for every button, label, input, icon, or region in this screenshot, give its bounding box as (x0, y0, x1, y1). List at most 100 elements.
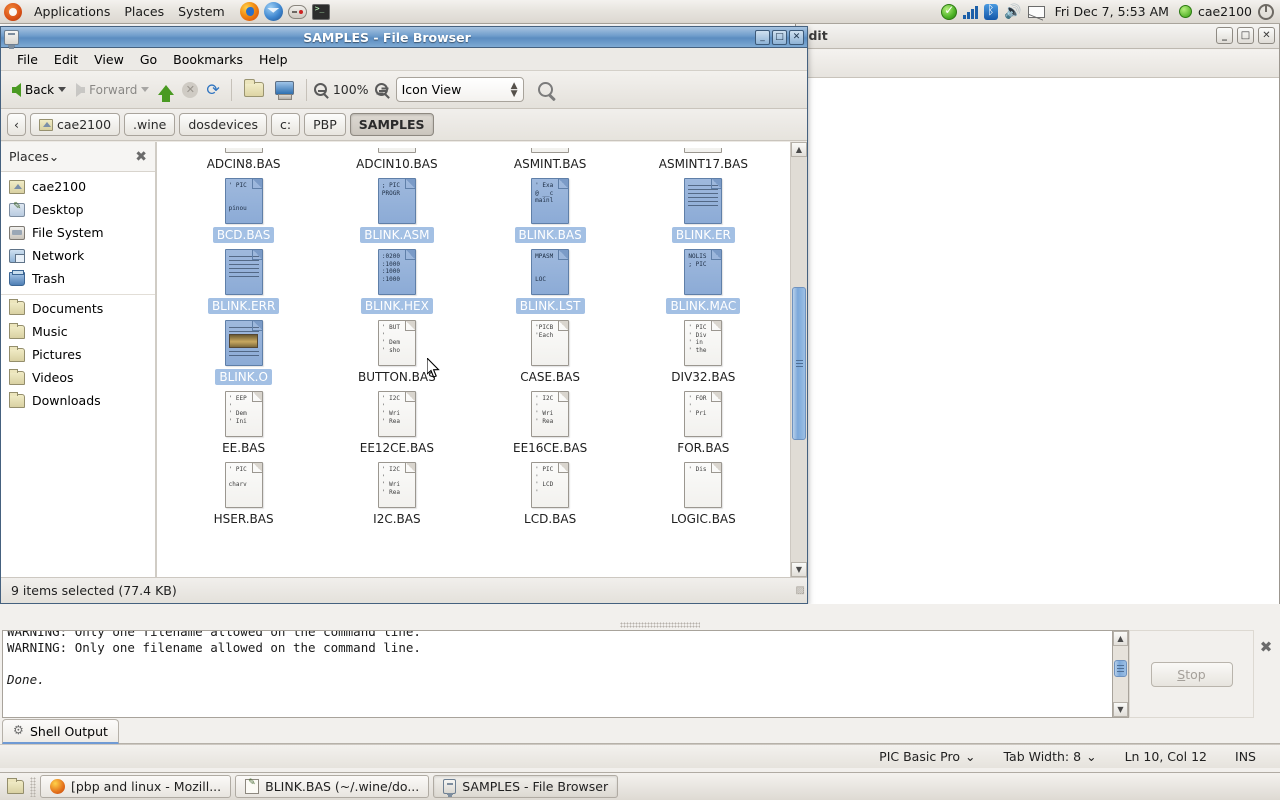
maximize-button[interactable]: □ (772, 29, 787, 45)
shell-scroll-up-button[interactable]: ▲ (1113, 631, 1128, 646)
file-item[interactable]: ' I2C ' ' Wri ' Rea EE16CE.BAS (474, 385, 627, 456)
bg-maximize-button[interactable]: □ (1237, 27, 1254, 44)
bg-minimize-button[interactable]: _ (1216, 27, 1233, 44)
forward-dropdown-icon[interactable] (141, 87, 150, 92)
file-item[interactable]: ' PIC ' ' LCD ' LCD.BAS (474, 456, 627, 527)
mail-icon[interactable] (1027, 5, 1045, 18)
sidebar-item-downloads[interactable]: Downloads (1, 389, 155, 412)
file-item[interactable]: ADCIN10.BAS (320, 142, 473, 172)
splitter-grip[interactable] (620, 622, 700, 628)
sidebar-item-cae2100[interactable]: cae2100 (1, 175, 155, 198)
file-item[interactable]: ' EEP ' ' Dem ' Ini EE.BAS (167, 385, 320, 456)
panel-username[interactable]: cae2100 (1198, 4, 1252, 19)
reload-icon[interactable]: ⟳ (206, 81, 219, 98)
file-list-scrollbar[interactable]: ▲ ▼ (790, 142, 807, 577)
menu-go[interactable]: Go (132, 50, 165, 69)
network-signal-icon[interactable] (963, 5, 979, 19)
sidebar-item-videos[interactable]: Videos (1, 366, 155, 389)
file-item[interactable]: ' BUT ' ' Dem ' sho BUTTON.BAS (320, 314, 473, 385)
file-item[interactable]: ' PIC pinou BCD.BAS (167, 172, 320, 243)
breadcrumb-back-chevron[interactable]: ‹ (7, 113, 26, 136)
file-item[interactable]: BLINK.ERR (167, 243, 320, 314)
thunderbird-icon[interactable] (263, 1, 285, 23)
sidebar-item-file-system[interactable]: File System (1, 221, 155, 244)
shell-scrollbar[interactable]: ▲ ▼ (1113, 630, 1129, 718)
close-pane-icon[interactable]: ✖ (1254, 630, 1278, 718)
file-item[interactable]: MPASM LOC BLINK.LST (474, 243, 627, 314)
file-item[interactable]: 'PICB 'Each CASE.BAS (474, 314, 627, 385)
sidebar-item-desktop[interactable]: Desktop (1, 198, 155, 221)
go-up-icon[interactable] (158, 84, 175, 102)
zoom-out-icon[interactable] (313, 83, 327, 96)
scroll-up-button[interactable]: ▲ (791, 142, 807, 157)
menu-file[interactable]: File (9, 50, 46, 69)
bg-close-button[interactable]: ✕ (1258, 27, 1275, 44)
chevron-down-icon[interactable]: ⌄ (49, 149, 59, 164)
file-item[interactable]: ' Dis LOGIC.BAS (627, 456, 780, 527)
menu-edit[interactable]: Edit (46, 50, 86, 69)
breadcrumb-c-drive[interactable]: c: (271, 113, 301, 136)
user-status-icon[interactable] (1178, 5, 1192, 18)
menu-view[interactable]: View (86, 50, 132, 69)
file-item[interactable]: ' PIC ' Div ' in ' the DIV32.BAS (627, 314, 780, 385)
back-button[interactable]: Back (7, 80, 71, 100)
menu-system[interactable]: System (171, 2, 232, 21)
volume-icon[interactable]: 🔊 (1004, 5, 1021, 19)
scrollbar-thumb[interactable] (792, 286, 806, 441)
tab-shell-output[interactable]: ⚙ Shell Output (2, 719, 119, 744)
zoom-in-icon[interactable] (374, 83, 388, 96)
shell-scroll-down-button[interactable]: ▼ (1113, 702, 1128, 717)
menu-help[interactable]: Help (251, 50, 296, 69)
scrollbar-track[interactable] (791, 157, 807, 562)
show-desktop-icon[interactable] (4, 776, 26, 798)
file-item[interactable]: ASMINT17.BAS (627, 142, 780, 172)
places-header[interactable]: Places ⌄ ✖ (1, 142, 155, 171)
minimize-button[interactable]: _ (755, 29, 770, 45)
menu-applications[interactable]: Applications (27, 2, 117, 21)
file-item[interactable]: ' FOR ' ' Pri FOR.BAS (627, 385, 780, 456)
insert-mode[interactable]: INS (1221, 749, 1270, 764)
file-item[interactable]: ASMINT.BAS (474, 142, 627, 172)
taskbar-window-firefox[interactable]: [pbp and linux - Mozill... (40, 775, 232, 798)
gamepad-icon[interactable] (287, 1, 309, 23)
sidebar-item-pictures[interactable]: Pictures (1, 343, 155, 366)
breadcrumb-samples[interactable]: SAMPLES (349, 113, 434, 136)
resize-grip[interactable]: ▨ (796, 585, 806, 596)
bluetooth-icon[interactable] (984, 3, 999, 20)
forward-button[interactable]: Forward (71, 80, 154, 100)
file-item[interactable]: ' Exa @ __c mainl BLINK.BAS (474, 172, 627, 243)
file-item[interactable]: ' PIC charv HSER.BAS (167, 456, 320, 527)
firefox-icon[interactable] (239, 1, 261, 23)
sidebar-item-music[interactable]: Music (1, 320, 155, 343)
file-item[interactable]: BLINK.O (167, 314, 320, 385)
view-mode-select[interactable]: Icon View ▲ ▼ (395, 77, 524, 102)
taskbar-grip[interactable] (30, 776, 36, 797)
computer-button[interactable] (269, 78, 299, 101)
file-item[interactable]: ' I2C ' ' Wri ' Rea I2C.BAS (320, 456, 473, 527)
menu-places[interactable]: Places (117, 2, 171, 21)
close-sidebar-icon[interactable]: ✖ (135, 149, 147, 165)
file-item[interactable]: NOLIS; PIC BLINK.MAC (627, 243, 780, 314)
file-item[interactable]: ADCIN8.BAS (167, 142, 320, 172)
search-icon[interactable] (537, 82, 553, 97)
taskbar-window-file-browser[interactable]: SAMPLES - File Browser (433, 775, 619, 798)
breadcrumb-cae2100[interactable]: cae2100 (30, 113, 121, 136)
pane-splitter[interactable] (0, 604, 1280, 630)
breadcrumb-wine[interactable]: .wine (124, 113, 176, 136)
home-folder-button[interactable] (239, 79, 269, 100)
taskbar-window-editor[interactable]: BLINK.BAS (~/.wine/do... (235, 775, 430, 798)
file-browser-window[interactable]: SAMPLES - File Browser _ □ ✕ File Edit V… (0, 26, 808, 604)
stop-button[interactable]: Stop (1150, 661, 1233, 687)
sidebar-item-network[interactable]: Network (1, 244, 155, 267)
file-item[interactable]: ; PIC PROGR BLINK.ASM (320, 172, 473, 243)
back-dropdown-icon[interactable] (58, 87, 67, 92)
panel-clock[interactable]: Fri Dec 7, 5:53 AM (1051, 4, 1173, 19)
file-list-view[interactable]: ADCIN8.BAS ADCIN10.BAS ASMINT.BAS ASMINT… (156, 142, 807, 577)
tab-width-selector[interactable]: Tab Width: 8 ⌄ (989, 749, 1110, 764)
scroll-down-button[interactable]: ▼ (791, 562, 807, 577)
file-item[interactable]: ' I2C ' ' Wri ' Rea EE12CE.BAS (320, 385, 473, 456)
background-window-titlebar[interactable]: edit _ □ ✕ (796, 23, 1279, 49)
ubuntu-logo-icon[interactable] (4, 2, 22, 21)
terminal-icon[interactable] (311, 1, 333, 23)
sidebar-item-documents[interactable]: Documents (1, 294, 155, 320)
